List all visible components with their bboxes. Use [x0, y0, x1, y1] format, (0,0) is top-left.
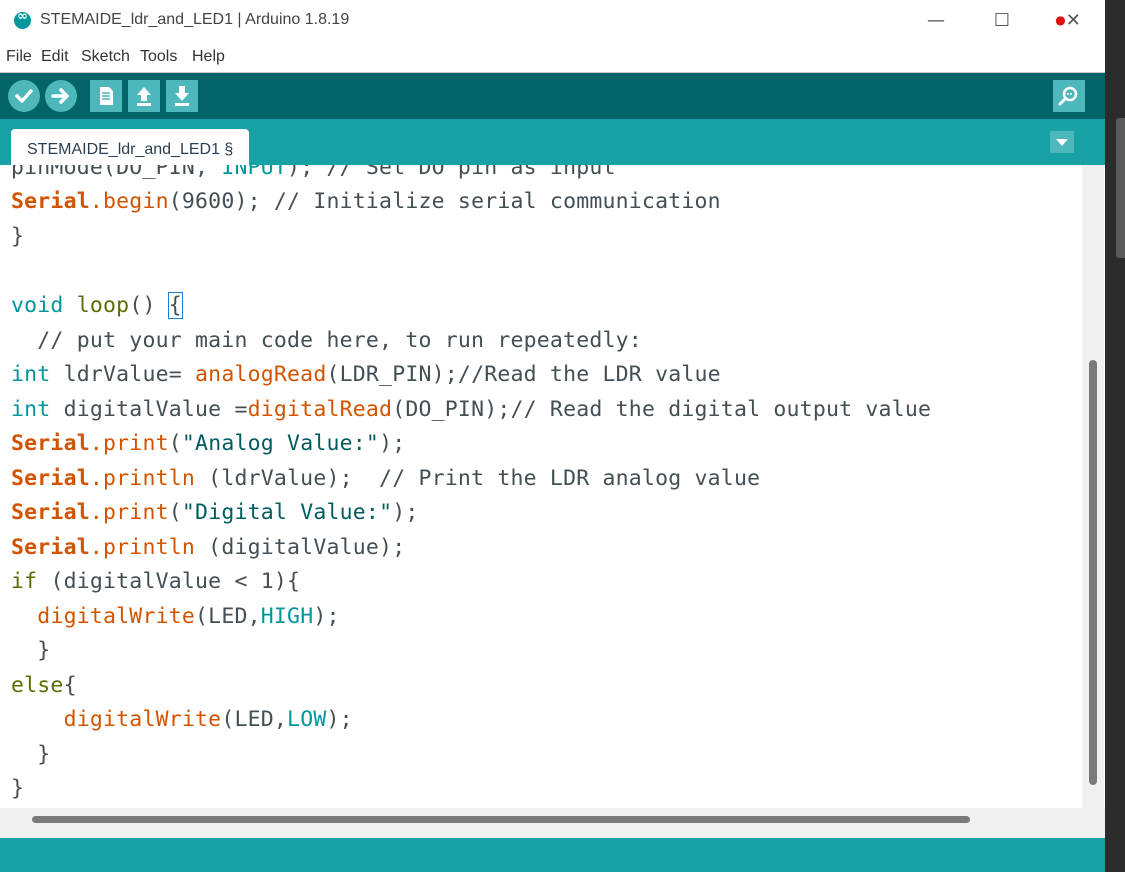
- new-button[interactable]: [90, 80, 122, 112]
- desktop-edge-accent: [1116, 118, 1125, 258]
- code-line: Serial.print("Digital Value:");: [11, 500, 419, 525]
- menu-tools[interactable]: Tools: [140, 48, 177, 66]
- code-line: }: [11, 742, 51, 767]
- tab-label: STEMAIDE_ldr_and_LED1 §: [27, 141, 234, 158]
- toolbar: [0, 73, 1105, 119]
- code-comment-line: // put your main code here, to run repea…: [11, 328, 642, 353]
- code-line: }: [11, 224, 25, 249]
- arduino-logo-icon: [14, 9, 31, 29]
- menu-file[interactable]: File: [6, 48, 32, 66]
- verify-icon: [15, 89, 33, 103]
- vertical-scrollbar-thumb[interactable]: [1089, 360, 1097, 785]
- menu-edit[interactable]: Edit: [41, 48, 69, 66]
- code-line: digitalWrite(LED,LOW);: [63, 707, 353, 732]
- tab-bar: STEMAIDE_ldr_and_LED1 §: [0, 119, 1105, 166]
- new-icon: [100, 87, 113, 105]
- code-line: int digitalValue =digitalRead(DO_PIN);//…: [11, 397, 932, 422]
- horizontal-scrollbar-thumb[interactable]: [32, 816, 970, 823]
- verify-button[interactable]: [8, 80, 40, 112]
- code-line: digitalWrite(LED,HIGH);: [37, 604, 340, 629]
- code-line: void loop() {: [11, 292, 183, 319]
- code-line: int ldrValue= analogRead(LDR_PIN);//Read…: [11, 362, 721, 387]
- status-bar: [0, 838, 1105, 872]
- menu-bar: File Edit Sketch Tools Help: [0, 42, 1105, 73]
- open-icon: [137, 87, 151, 106]
- menu-help[interactable]: Help: [192, 48, 225, 66]
- serial-monitor-icon: [1058, 86, 1078, 106]
- code-line: else{: [11, 673, 77, 698]
- title-bar: STEMAIDE_ldr_and_LED1 | Arduino 1.8.19 —…: [0, 0, 1105, 42]
- serial-monitor-button[interactable]: [1053, 80, 1085, 112]
- tab-sketch[interactable]: STEMAIDE_ldr_and_LED1 §: [11, 129, 249, 166]
- code-line: Serial.print("Analog Value:");: [11, 431, 406, 456]
- window-title: STEMAIDE_ldr_and_LED1 | Arduino 1.8.19: [40, 11, 350, 28]
- code-line: Serial.begin(9600); // Initialize serial…: [11, 189, 721, 214]
- minimize-button[interactable]: —: [914, 8, 958, 34]
- code-line: }: [11, 638, 51, 663]
- code-editor[interactable]: pinMode(DO_PIN, INPUT); // Set DO pin as…: [0, 165, 1105, 837]
- code-line: pinMode(DO_PIN, INPUT); // Set DO pin as…: [11, 165, 616, 180]
- upload-button[interactable]: [45, 80, 77, 112]
- arduino-ide-window: STEMAIDE_ldr_and_LED1 | Arduino 1.8.19 —…: [0, 0, 1105, 872]
- close-button[interactable]: ●✕: [1046, 8, 1090, 34]
- matching-brace: {: [167, 292, 183, 319]
- tab-menu-button[interactable]: [1050, 131, 1074, 153]
- code-line: Serial.println (digitalValue);: [11, 535, 406, 560]
- code-line: Serial.println (ldrValue); // Print the …: [11, 466, 761, 491]
- code-line: }: [11, 776, 25, 801]
- save-button[interactable]: [166, 80, 198, 112]
- maximize-button[interactable]: ☐: [980, 8, 1024, 34]
- desktop-edge: [1105, 0, 1125, 872]
- menu-sketch[interactable]: Sketch: [81, 48, 130, 66]
- upload-icon: [51, 88, 69, 104]
- horizontal-scrollbar[interactable]: [0, 808, 1105, 838]
- open-button[interactable]: [128, 80, 160, 112]
- code-line: if (digitalValue < 1){: [11, 569, 301, 594]
- chevron-down-icon: [1056, 139, 1068, 146]
- save-icon: [175, 86, 189, 106]
